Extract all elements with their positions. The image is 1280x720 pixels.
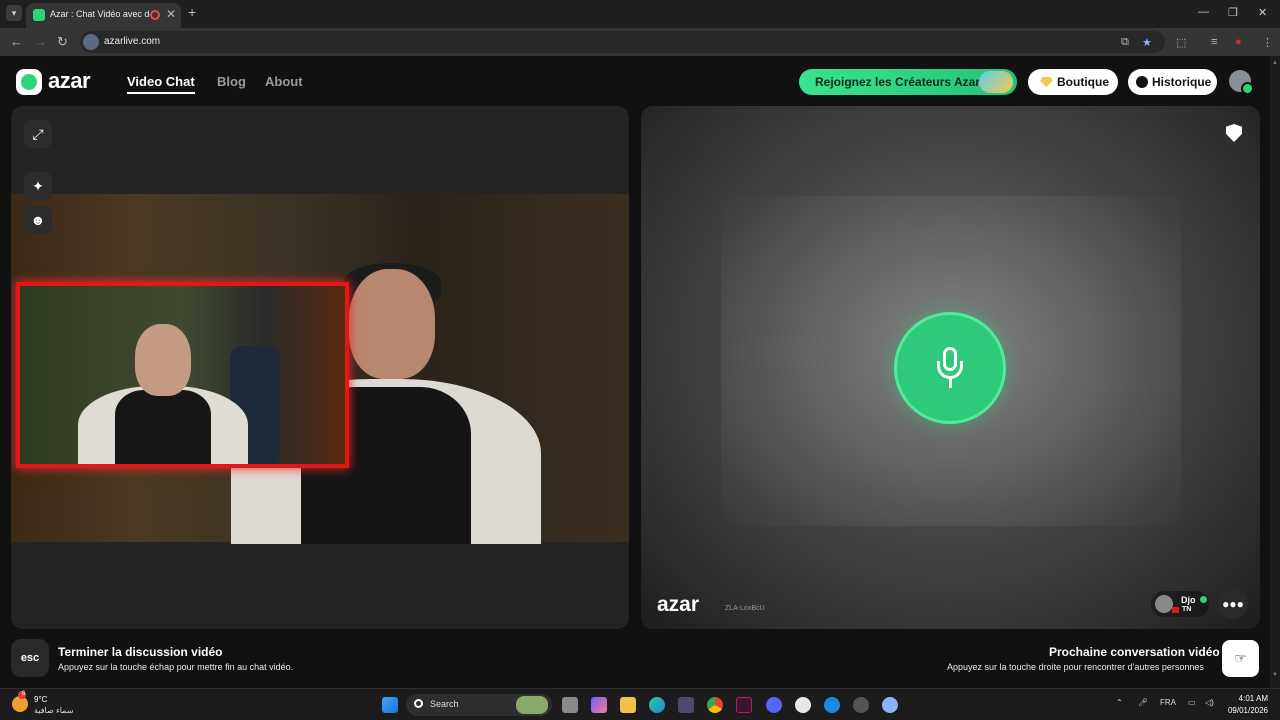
peer-avatar <box>1155 595 1173 613</box>
clock-icon <box>1136 76 1148 88</box>
shop-button[interactable]: Boutique <box>1028 69 1118 95</box>
sticker-face-icon[interactable]: ☻ <box>24 206 52 234</box>
session-id: ZLA-LoxBcU <box>725 605 765 612</box>
back-icon[interactable]: ← <box>10 34 23 49</box>
history-button[interactable]: Historique <box>1128 69 1217 95</box>
peer-info-badge[interactable]: Djo TN <box>1151 591 1209 617</box>
page-scrollbar[interactable]: ▲ ▼ <box>1270 56 1280 688</box>
new-tab-button[interactable]: + <box>188 4 196 20</box>
azar-logo-icon[interactable] <box>16 69 42 95</box>
site-info-icon[interactable] <box>83 34 99 50</box>
app-icon[interactable] <box>824 697 840 713</box>
search-icon <box>414 699 423 708</box>
next-chat-hint: Appuyez sur la touche droite pour rencon… <box>947 662 1204 672</box>
azar-favicon-icon <box>33 9 45 21</box>
shop-label: Boutique <box>1057 75 1109 89</box>
tab-close-icon[interactable]: ✕ <box>166 7 176 21</box>
nav-video-chat[interactable]: Video Chat <box>127 74 195 94</box>
reload-icon[interactable]: ↻ <box>57 34 68 50</box>
cast-icon[interactable]: ⧉ <box>1121 36 1129 49</box>
user-avatar[interactable] <box>1229 70 1254 95</box>
microphone-icon[interactable] <box>894 312 1006 424</box>
self-camera-feed <box>11 194 629 544</box>
tray-expand-icon[interactable]: ⌃ <box>1116 698 1123 707</box>
recorder-icon[interactable] <box>853 697 869 713</box>
settings-gear-icon[interactable] <box>882 697 898 713</box>
network-icon[interactable]: ▭ <box>1188 698 1196 707</box>
scroll-down-icon[interactable]: ▼ <box>1272 672 1278 678</box>
azar-watermark: azar <box>657 593 700 616</box>
edge-icon[interactable] <box>649 697 665 713</box>
language-indicator[interactable]: FRA <box>1160 698 1176 707</box>
partner-video-panel: azar ZLA-LoxBcU Djo TN ●●● <box>641 106 1260 629</box>
capcut-icon[interactable] <box>736 697 752 713</box>
self-video-panel: ⤢ ✦ ☻ <box>11 106 629 629</box>
windows-taskbar: 6 9°C سماء صافية Search ⌃ 🎤︎ FRA ▭ ◁) 4:… <box>0 688 1280 720</box>
extensions-icon[interactable]: ⬚ <box>1176 36 1186 49</box>
weather-icon[interactable] <box>12 691 28 712</box>
gem-icon <box>1040 77 1053 87</box>
obs-icon[interactable] <box>795 697 811 713</box>
copilot-icon[interactable] <box>591 697 607 713</box>
azar-app: azar Video Chat Blog About Rejoignez les… <box>0 56 1270 688</box>
tab-title: Azar : Chat Vidéo avec de n <box>50 9 150 19</box>
esc-key-button[interactable]: esc <box>11 639 49 677</box>
url-text: azarlive.com <box>104 36 161 47</box>
store-icon[interactable] <box>678 697 694 713</box>
discord-icon[interactable] <box>766 697 782 713</box>
report-shield-icon[interactable] <box>1226 124 1242 142</box>
maximize-icon[interactable]: ❐ <box>1228 6 1238 19</box>
chrome-icon[interactable] <box>707 697 723 713</box>
windows-start-icon[interactable] <box>382 697 398 713</box>
join-creators-label: Rejoignez les Créateurs Azar <box>815 75 980 89</box>
address-toolbar: ← → ↻ azarlive.com ⧉ ★ ⬚ ≡ ● ⋮ <box>0 28 1280 56</box>
effects-sparkle-icon[interactable]: ✦ <box>24 172 52 200</box>
creators-badge-icon <box>979 71 1013 93</box>
profile-icon[interactable]: ● <box>1235 36 1242 48</box>
peer-country: TN <box>1182 606 1192 613</box>
azar-logo-text[interactable]: azar <box>48 68 91 94</box>
forward-icon[interactable]: → <box>34 34 47 49</box>
browser-menu-icon[interactable]: ⋮ <box>1262 36 1273 49</box>
weather-desc[interactable]: سماء صافية <box>34 706 74 715</box>
end-chat-hint: Appuyez sur la touche échap pour mettre … <box>58 662 294 672</box>
expand-icon[interactable]: ⤢ <box>24 120 52 148</box>
minimize-icon[interactable]: — <box>1198 6 1209 18</box>
tab-search-icon[interactable]: ▾ <box>6 5 22 21</box>
taskbar-search[interactable]: Search <box>406 694 552 716</box>
mic-tray-icon[interactable]: 🎤︎ <box>1138 698 1148 707</box>
end-chat-title: Terminer la discussion vidéo <box>58 645 223 659</box>
browser-tab-strip: ▾ Azar : Chat Vidéo avec de n ✕ + — ❐ ✕ <box>0 0 1280 28</box>
chat-bubble-icon[interactable]: ●●● <box>1218 589 1248 619</box>
history-label: Historique <box>1152 75 1212 89</box>
recording-icon <box>150 10 160 20</box>
clock-date[interactable]: 09/01/2026 <box>1226 706 1268 715</box>
peer-name: Djo <box>1181 595 1196 605</box>
nav-blog[interactable]: Blog <box>217 74 246 89</box>
nav-about[interactable]: About <box>265 74 303 89</box>
join-creators-button[interactable]: Rejoignez les Créateurs Azar <box>799 69 1017 95</box>
address-bar[interactable]: azarlive.com <box>80 31 1165 53</box>
weather-temp[interactable]: 9°C <box>34 695 47 704</box>
reading-list-icon[interactable]: ≡ <box>1211 36 1217 48</box>
tunisia-flag-icon <box>1172 607 1179 613</box>
window-close-icon[interactable]: ✕ <box>1258 6 1267 19</box>
bookmark-star-icon[interactable]: ★ <box>1142 36 1152 49</box>
volume-icon[interactable]: ◁) <box>1205 698 1214 707</box>
clock-time[interactable]: 4:01 AM <box>1236 694 1268 703</box>
next-chat-button[interactable]: ☞ <box>1222 640 1259 677</box>
peer-verified-icon <box>1200 596 1207 603</box>
file-explorer-icon[interactable] <box>620 697 636 713</box>
search-placeholder: Search <box>430 699 459 709</box>
webcam-overlay-frame <box>16 282 349 468</box>
next-chat-title: Prochaine conversation vidéo <box>1049 645 1220 659</box>
task-view-icon[interactable] <box>562 697 578 713</box>
scroll-up-icon[interactable]: ▲ <box>1272 60 1278 66</box>
weather-badge: 6 <box>22 691 26 697</box>
search-highlight-icon <box>516 696 548 714</box>
browser-tab[interactable]: Azar : Chat Vidéo avec de n ✕ <box>26 3 181 28</box>
